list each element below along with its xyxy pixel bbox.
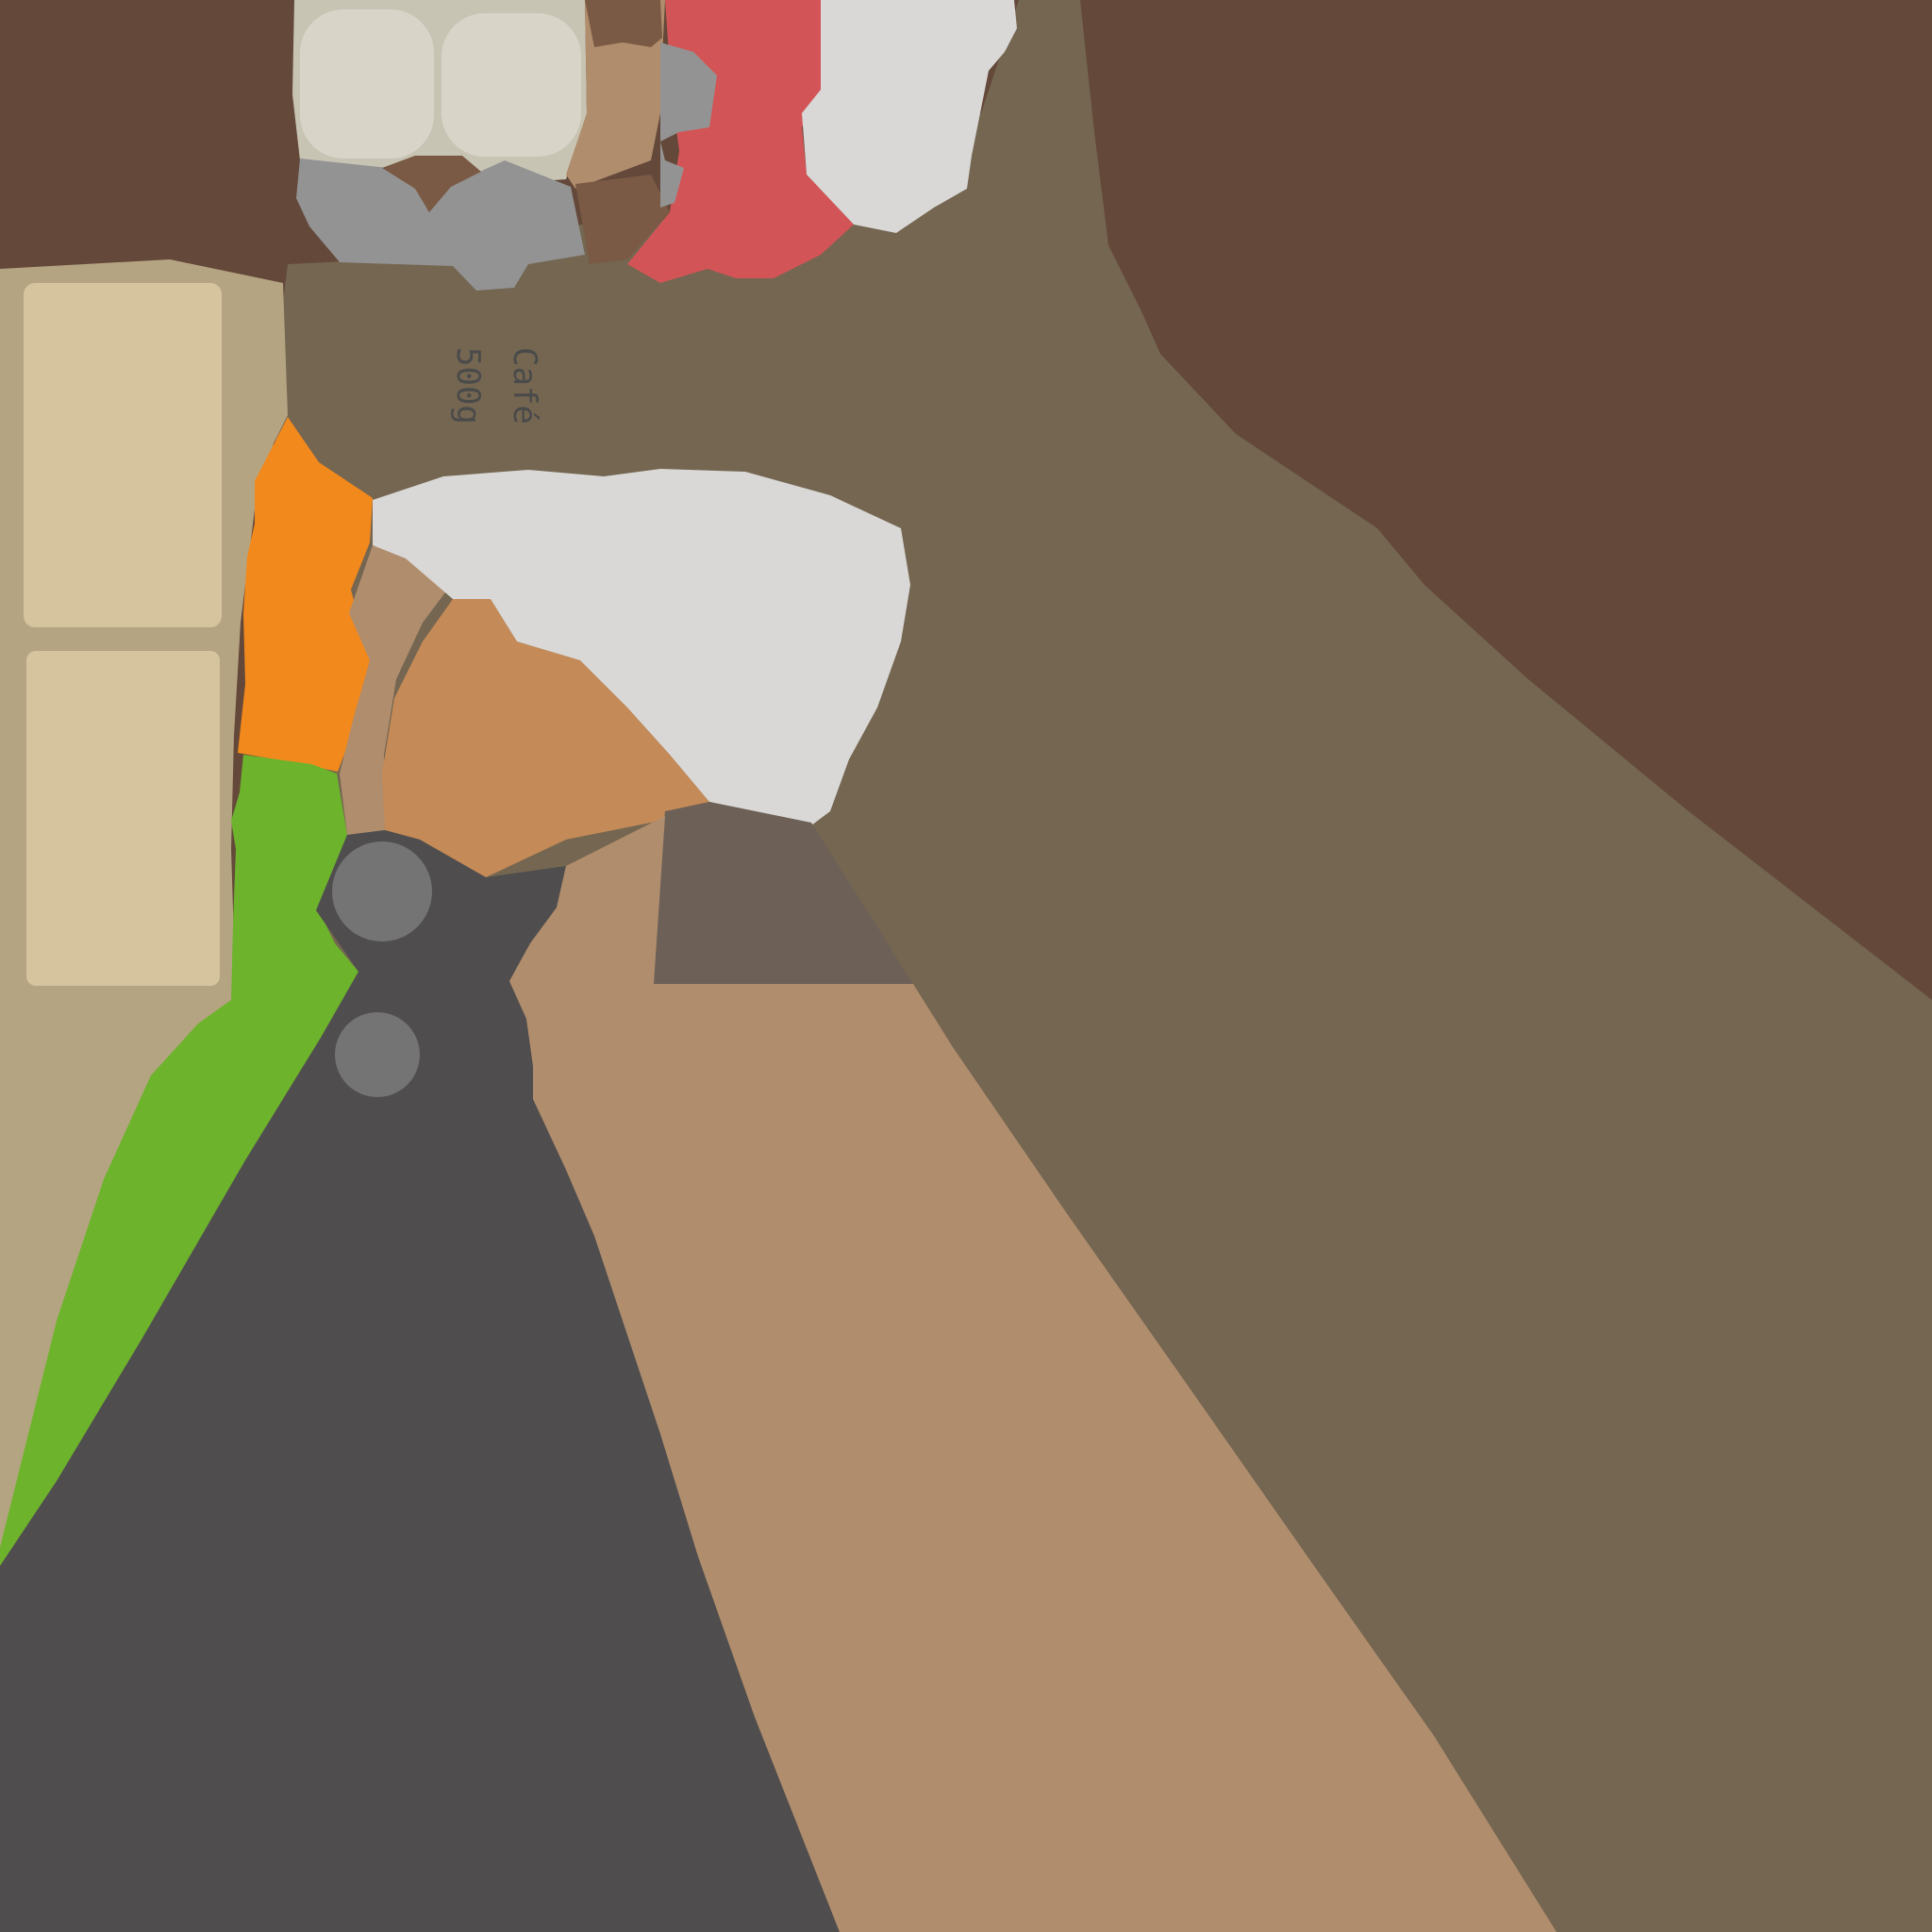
box-panel-upper (24, 283, 222, 627)
egg-left (300, 9, 434, 158)
knob-upper (332, 841, 432, 941)
jar-lid (585, 0, 662, 47)
package-label-line1: Café (506, 347, 543, 425)
scene-canvas: Café 500g (0, 0, 1932, 1932)
egg-right (441, 13, 581, 157)
package-label-line2: 500g (449, 347, 487, 425)
knob-lower (335, 1012, 420, 1097)
box-panel-lower (26, 651, 220, 986)
